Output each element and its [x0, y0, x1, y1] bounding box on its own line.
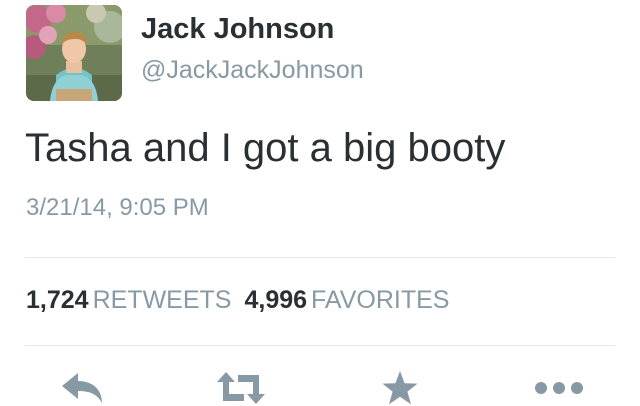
star-icon	[382, 371, 418, 405]
tweet-text: Tasha and I got a big booty	[25, 126, 506, 170]
favorites-label[interactable]: FAVORITES	[311, 286, 449, 314]
avatar-photo	[26, 5, 122, 101]
divider	[25, 257, 615, 258]
avatar[interactable]	[26, 5, 122, 101]
favorites-count[interactable]: 4,996	[244, 286, 307, 314]
tweet-timestamp: 3/21/14, 9:05 PM	[26, 194, 209, 221]
display-name[interactable]: Jack Johnson	[141, 15, 334, 44]
divider	[25, 345, 615, 346]
user-handle[interactable]: @JackJackJohnson	[141, 58, 364, 83]
retweet-icon	[217, 372, 265, 404]
tweet-stats: 1,724 RETWEETS 4,996 FAVORITES	[26, 288, 449, 313]
retweets-count[interactable]: 1,724	[26, 286, 89, 314]
favorite-button[interactable]	[380, 370, 420, 406]
more-icon	[535, 382, 583, 394]
more-button[interactable]	[533, 370, 585, 406]
retweet-button[interactable]	[212, 370, 270, 406]
retweets-label[interactable]: RETWEETS	[93, 286, 232, 314]
reply-button[interactable]	[58, 370, 106, 406]
reply-icon	[62, 373, 102, 403]
